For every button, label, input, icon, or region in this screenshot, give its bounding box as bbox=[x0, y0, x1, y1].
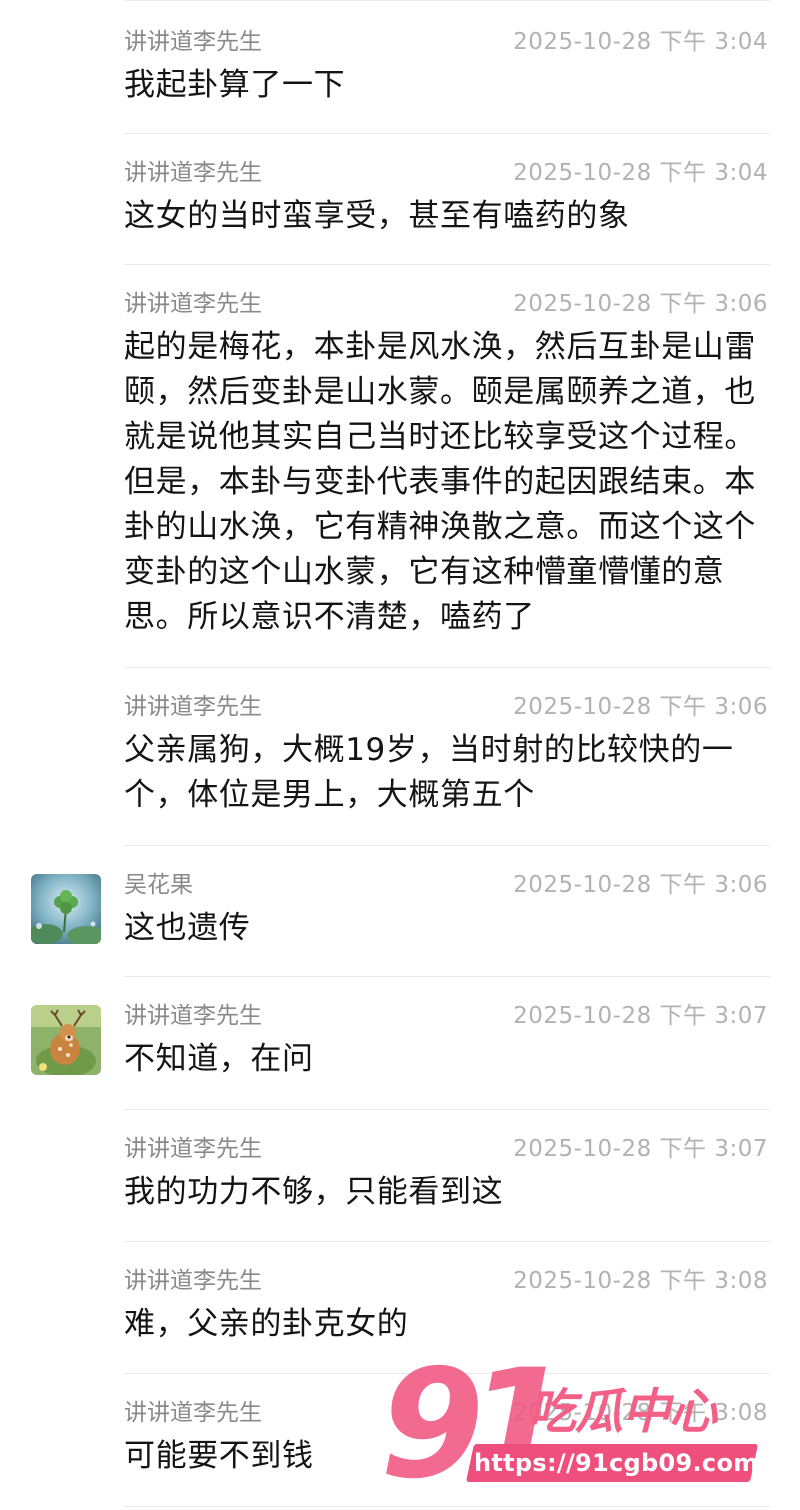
watermark-url: https://91cgb09.com bbox=[474, 1449, 759, 1477]
message-item[interactable]: 讲讲道李先生 2025-10-28 下午 3:04 我起卦算了一下 bbox=[124, 0, 770, 133]
message-time: 2025-10-28 下午 3:07 bbox=[513, 1003, 768, 1029]
message-meta: 讲讲道李先生 2025-10-28 下午 3:08 bbox=[124, 1264, 770, 1298]
message-meta: 讲讲道李先生 2025-10-28 下午 3:06 bbox=[124, 287, 770, 321]
chat-history: 讲讲道李先生 2025-10-28 下午 3:04 我起卦算了一下 讲讲道李先生… bbox=[0, 0, 800, 1507]
message-time: 2025-10-28 下午 3:04 bbox=[513, 29, 768, 55]
message-text: 这也遗传 bbox=[124, 910, 251, 946]
message-text: 这女的当时蛮享受，甚至有嗑药的象 bbox=[124, 198, 630, 234]
message-meta: 讲讲道李先生 2025-10-28 下午 3:06 bbox=[124, 690, 770, 724]
sender-name: 讲讲道李先生 bbox=[124, 1136, 262, 1162]
deer-icon bbox=[31, 1005, 101, 1075]
sender-name: 讲讲道李先生 bbox=[124, 1003, 262, 1029]
message-time: 2025-10-28 下午 3:06 bbox=[513, 872, 768, 898]
message-time: 2025-10-28 下午 3:06 bbox=[513, 291, 768, 317]
watermark-brand: 吃瓜中心 bbox=[528, 1384, 717, 1440]
deer-avatar[interactable] bbox=[31, 1005, 101, 1075]
message-text: 起的是梅花，本卦是风水涣，然后互卦是山雷颐，然后变卦是山水蒙。颐是属颐养之道，也… bbox=[124, 329, 756, 635]
sender-name: 讲讲道李先生 bbox=[124, 694, 262, 720]
sender-name: 吴花果 bbox=[124, 872, 193, 898]
clover-icon bbox=[31, 874, 101, 944]
sender-name: 讲讲道李先生 bbox=[124, 160, 262, 186]
message-item[interactable]: 吴花果 2025-10-28 下午 3:06 这也遗传 bbox=[31, 845, 770, 976]
message-text: 我的功力不够，只能看到这 bbox=[124, 1174, 504, 1210]
clover-avatar[interactable] bbox=[31, 874, 101, 944]
message-time: 2025-10-28 下午 3:07 bbox=[513, 1136, 768, 1162]
message-item[interactable]: 讲讲道李先生 2025-10-28 下午 3:07 我的功力不够，只能看到这 bbox=[124, 1109, 770, 1241]
message-meta: 讲讲道李先生 2025-10-28 下午 3:07 bbox=[124, 1132, 770, 1166]
message-item[interactable]: 讲讲道李先生 2025-10-28 下午 3:06 父亲属狗，大概19岁，当时射… bbox=[124, 667, 770, 845]
message-meta: 讲讲道李先生 2025-10-28 下午 3:04 bbox=[124, 156, 770, 190]
message-meta: 吴花果 2025-10-28 下午 3:06 bbox=[124, 868, 770, 902]
sender-name: 讲讲道李先生 bbox=[124, 291, 262, 317]
message-item[interactable]: 讲讲道李先生 2025-10-28 下午 3:04 这女的当时蛮享受，甚至有嗑药… bbox=[124, 133, 770, 264]
message-time: 2025-10-28 下午 3:04 bbox=[513, 160, 768, 186]
message-time: 2025-10-28 下午 3:06 bbox=[513, 694, 768, 720]
message-item[interactable]: 讲讲道李先生 2025-10-28 下午 3:07 不知道，在问 bbox=[31, 976, 770, 1109]
sender-name: 讲讲道李先生 bbox=[124, 1268, 262, 1294]
message-text: 父亲属狗，大概19岁，当时射的比较快的一个，体位是男上，大概第五个 bbox=[124, 732, 734, 813]
message-meta: 讲讲道李先生 2025-10-28 下午 3:04 bbox=[124, 25, 770, 59]
message-meta: 讲讲道李先生 2025-10-28 下午 3:07 bbox=[124, 999, 770, 1033]
message-text: 不知道，在问 bbox=[124, 1041, 314, 1077]
message-item[interactable]: 讲讲道李先生 2025-10-28 下午 3:06 起的是梅花，本卦是风水涣，然… bbox=[124, 264, 770, 667]
sender-name: 讲讲道李先生 bbox=[124, 29, 262, 55]
message-text: 我起卦算了一下 bbox=[124, 67, 346, 103]
message-time: 2025-10-28 下午 3:08 bbox=[513, 1268, 768, 1294]
sender-name: 讲讲道李先生 bbox=[124, 1400, 262, 1426]
